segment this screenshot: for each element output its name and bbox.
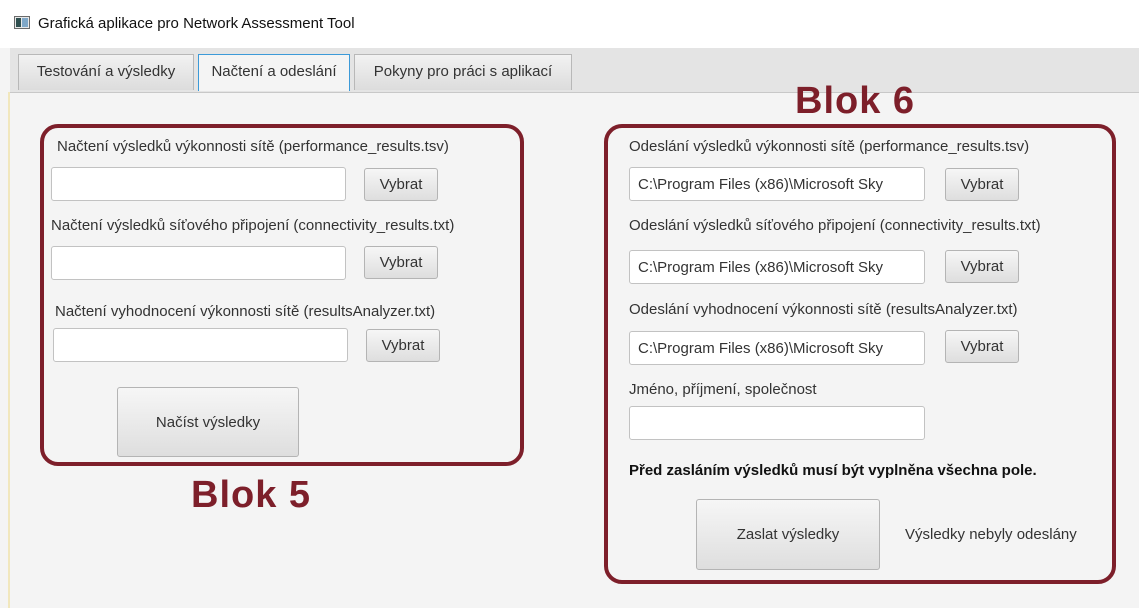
send-connectivity-browse-button[interactable]: Vybrat <box>945 250 1019 283</box>
block-6-caption: Blok 6 <box>795 80 916 122</box>
name-company-label: Jméno, příjmení, společnost <box>629 381 817 398</box>
send-performance-browse-button[interactable]: Vybrat <box>945 168 1019 201</box>
send-analyzer-browse-button[interactable]: Vybrat <box>945 330 1019 363</box>
send-status-text: Výsledky nebyly odeslány <box>905 526 1077 543</box>
load-analyzer-browse-button[interactable]: Vybrat <box>366 329 440 362</box>
load-performance-label: Načtení výsledků výkonnosti sítě (perfor… <box>57 138 449 155</box>
send-results-button[interactable]: Zaslat výsledky <box>696 499 880 570</box>
load-analyzer-label: Načtení vyhodnocení výkonnosti sítě (res… <box>55 303 436 320</box>
block-5-caption: Blok 5 <box>191 474 312 516</box>
send-connectivity-field[interactable] <box>629 250 925 284</box>
send-performance-field[interactable] <box>629 167 925 201</box>
send-performance-label: Odeslání výsledků výkonnosti sítě (perfo… <box>629 138 1030 155</box>
window-left-edge <box>8 92 10 608</box>
send-analyzer-label: Odeslání vyhodnocení výkonnosti sítě (re… <box>629 301 1018 318</box>
window-title: Grafická aplikace pro Network Assessment… <box>38 15 355 32</box>
send-analyzer-field[interactable] <box>629 331 925 365</box>
load-connectivity-field[interactable] <box>51 246 346 280</box>
load-analyzer-field[interactable] <box>53 328 348 362</box>
tab-bar: Testování a výsledky Načtení a odeslání … <box>10 48 1139 93</box>
window-app-icon <box>14 16 30 29</box>
tab-testovani-a-vysledky[interactable]: Testování a výsledky <box>18 54 194 90</box>
send-connectivity-label: Odeslání výsledků síťového připojení (co… <box>629 217 1041 234</box>
load-results-button[interactable]: Načíst výsledky <box>117 387 299 457</box>
load-connectivity-browse-button[interactable]: Vybrat <box>364 246 438 279</box>
name-company-field[interactable] <box>629 406 925 440</box>
load-performance-browse-button[interactable]: Vybrat <box>364 168 438 201</box>
load-performance-field[interactable] <box>51 167 346 201</box>
title-bar: Grafická aplikace pro Network Assessment… <box>0 0 1139 48</box>
required-fields-warning: Před zasláním výsledků musí být vyplněna… <box>629 462 1037 479</box>
tab-pokyny[interactable]: Pokyny pro práci s aplikací <box>354 54 572 90</box>
tab-nacteni-a-odeslani[interactable]: Načtení a odeslání <box>198 54 350 91</box>
load-connectivity-label: Načtení výsledků síťového připojení (con… <box>51 217 455 234</box>
